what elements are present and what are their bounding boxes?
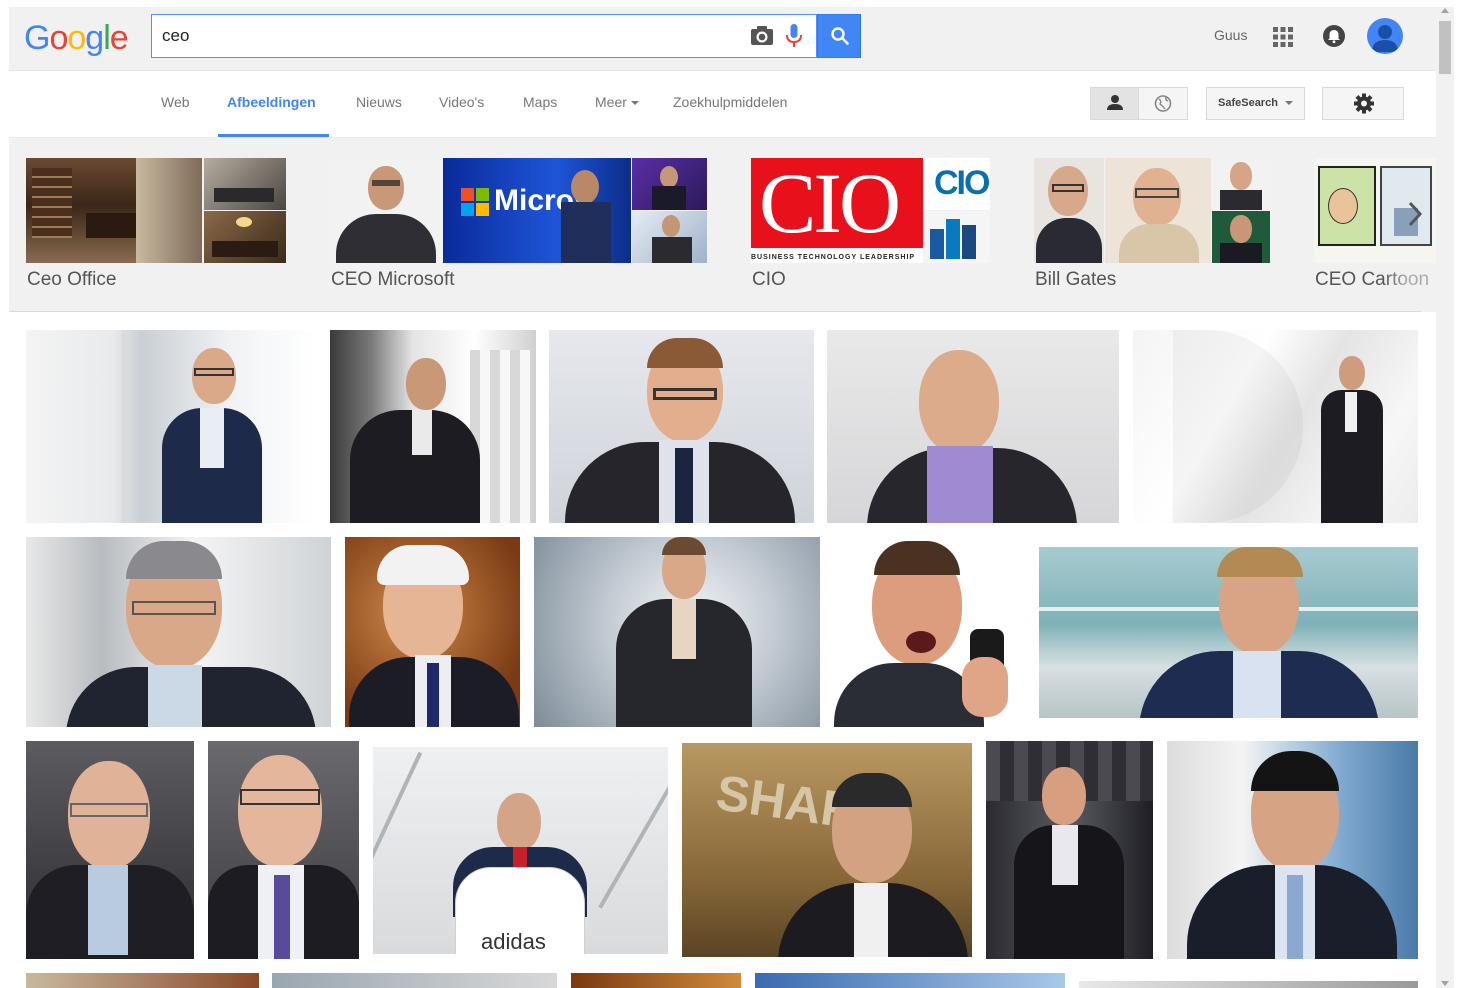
account-icon bbox=[1372, 25, 1398, 52]
image-result[interactable] bbox=[549, 330, 814, 523]
cio-logo-text: CIO bbox=[759, 158, 901, 251]
search-input[interactable] bbox=[162, 23, 722, 49]
user-name-link[interactable]: Guus bbox=[1214, 27, 1247, 43]
related-image: CIO bbox=[924, 158, 990, 210]
tab-nieuws[interactable]: Nieuws bbox=[356, 94, 402, 110]
cio-small-logo-text: CIO bbox=[934, 164, 990, 202]
tab-afbeeldingen[interactable]: Afbeeldingen bbox=[227, 94, 316, 110]
image-result[interactable] bbox=[26, 973, 259, 988]
image-result[interactable]: adidas bbox=[373, 747, 668, 954]
image-result[interactable] bbox=[208, 741, 359, 959]
microphone-icon[interactable] bbox=[784, 23, 804, 49]
image-result[interactable] bbox=[26, 330, 316, 523]
scrollbar[interactable] bbox=[1436, 7, 1454, 988]
image-result[interactable] bbox=[1079, 981, 1418, 988]
related-search-label: Ceo Office bbox=[27, 269, 117, 290]
related-search-ceo-cartoon[interactable]: CEO Cartoon bbox=[1314, 158, 1436, 308]
image-result[interactable] bbox=[1167, 741, 1418, 959]
globe-filter-button[interactable] bbox=[1139, 88, 1187, 119]
related-image bbox=[26, 158, 202, 263]
related-search-label-visible: CEO Cartoon bbox=[1315, 269, 1430, 290]
safesearch-label: SafeSearch bbox=[1218, 97, 1278, 109]
divider bbox=[9, 311, 1421, 312]
tab-maps[interactable]: Maps bbox=[523, 94, 557, 110]
chevron-down-icon bbox=[1285, 101, 1293, 106]
globe-icon bbox=[1154, 95, 1172, 112]
cio-tagline: BUSINESS TECHNOLOGY LEADERSHIP bbox=[751, 254, 916, 261]
related-search-label: CEO Microsoft bbox=[331, 269, 455, 290]
faces-filter-button[interactable] bbox=[1091, 88, 1139, 119]
image-result[interactable] bbox=[1039, 547, 1418, 718]
tab-meer[interactable]: Meer bbox=[595, 94, 639, 110]
related-image: CIO BUSINESS TECHNOLOGY LEADERSHIP bbox=[751, 158, 923, 263]
image-result[interactable] bbox=[1133, 330, 1418, 523]
tab-videos[interactable]: Video's bbox=[439, 94, 484, 110]
related-search-label: CIO bbox=[752, 269, 786, 290]
related-image bbox=[924, 211, 990, 263]
related-image: Micros bbox=[443, 158, 631, 263]
related-image bbox=[632, 158, 707, 210]
image-result[interactable] bbox=[986, 741, 1153, 959]
tab-meer-label: Meer bbox=[595, 94, 627, 110]
related-search-cio[interactable]: CIO BUSINESS TECHNOLOGY LEADERSHIP CIO C… bbox=[751, 158, 991, 308]
image-result[interactable]: SHAR bbox=[682, 743, 972, 957]
safesearch-dropdown[interactable]: SafeSearch bbox=[1206, 87, 1305, 120]
image-result[interactable] bbox=[330, 330, 536, 523]
scrollbar-thumb[interactable] bbox=[1439, 21, 1451, 74]
search-header: Google Guus bbox=[9, 7, 1436, 71]
active-tab-indicator bbox=[218, 134, 329, 137]
related-search-bill-gates[interactable]: Bill Gates bbox=[1034, 158, 1270, 308]
related-search-label: CEO Cartoon bbox=[1315, 269, 1429, 291]
chevron-down-icon bbox=[630, 101, 639, 106]
search-tabs-bar: Web Afbeeldingen Nieuws Video's Maps Mee… bbox=[9, 72, 1436, 138]
gear-icon bbox=[1354, 93, 1374, 114]
notifications-icon[interactable] bbox=[1322, 24, 1346, 48]
image-result[interactable] bbox=[345, 537, 520, 727]
image-result[interactable] bbox=[26, 537, 331, 727]
tab-search-tools[interactable]: Zoekhulpmiddelen bbox=[673, 94, 787, 110]
tab-web[interactable]: Web bbox=[161, 94, 190, 110]
scroll-down-arrow-icon[interactable] bbox=[1441, 981, 1449, 986]
related-image bbox=[330, 158, 442, 263]
person-icon bbox=[1107, 95, 1123, 110]
image-result[interactable] bbox=[827, 330, 1119, 523]
avatar[interactable] bbox=[1367, 18, 1403, 54]
related-image bbox=[204, 211, 286, 263]
search-button[interactable] bbox=[817, 14, 861, 58]
related-searches-strip: Ceo Office Micros CEO Microsoft CIO BUSI… bbox=[9, 138, 1436, 312]
image-result[interactable] bbox=[571, 973, 741, 988]
related-image bbox=[632, 211, 707, 263]
scroll-up-arrow-icon[interactable] bbox=[1441, 8, 1449, 13]
related-image bbox=[1105, 158, 1211, 263]
chevron-right-icon[interactable] bbox=[1405, 198, 1425, 230]
google-images-page: Google Guus bbox=[0, 0, 1461, 988]
related-search-label: Bill Gates bbox=[1035, 269, 1117, 290]
related-image bbox=[1212, 158, 1270, 210]
image-result[interactable] bbox=[26, 741, 194, 959]
related-image bbox=[1212, 211, 1270, 263]
related-search-ceo-office[interactable]: Ceo Office bbox=[26, 158, 286, 308]
image-result[interactable] bbox=[534, 537, 820, 727]
settings-button[interactable] bbox=[1322, 87, 1404, 120]
apps-grid-icon[interactable] bbox=[1272, 26, 1294, 48]
adidas-podium-text: adidas bbox=[481, 929, 546, 954]
related-image bbox=[1034, 158, 1104, 263]
image-result[interactable] bbox=[834, 537, 1025, 727]
image-result[interactable] bbox=[755, 973, 1065, 988]
search-icon bbox=[831, 27, 849, 45]
google-logo[interactable]: Google bbox=[24, 19, 129, 57]
image-result[interactable] bbox=[272, 973, 557, 988]
image-filter-toggle bbox=[1090, 87, 1188, 120]
search-box bbox=[151, 14, 817, 58]
camera-icon[interactable] bbox=[750, 25, 774, 47]
related-search-ceo-microsoft[interactable]: Micros CEO Microsoft bbox=[330, 158, 707, 308]
related-image bbox=[204, 158, 286, 210]
